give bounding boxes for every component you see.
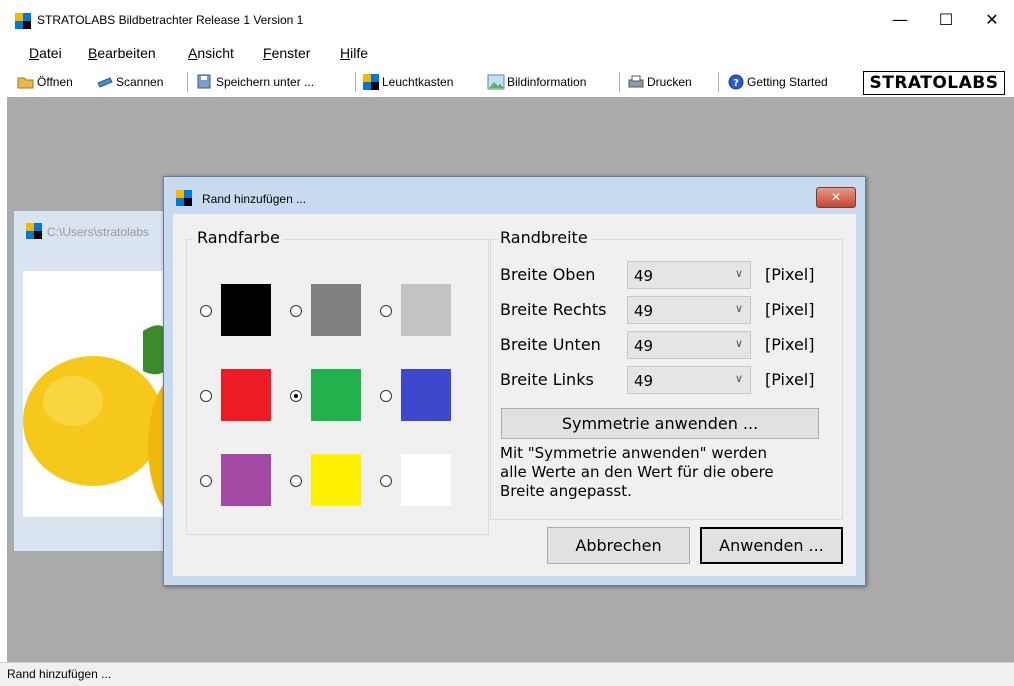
dialog-close-button[interactable]: ✕ [816,187,856,208]
symmetry-button[interactable]: Symmetrie anwenden ... [501,408,819,439]
getting-started-label: Getting Started [747,75,828,89]
color-radio[interactable] [380,475,392,487]
color-swatch[interactable] [221,284,271,336]
menu-bar: Datei Bearbeiten Ansicht Fenster Hilfe [0,42,1014,64]
color-swatch[interactable] [401,284,451,336]
status-bar: Rand hinzufügen ... [0,662,1014,686]
menu-fenster[interactable]: Fenster [263,45,310,61]
open-label: Öffnen [37,75,73,89]
child-window-title: C:\Users\stratolabs [47,225,150,239]
image-icon [487,74,505,90]
print-label: Drucken [647,75,692,89]
image-info-label: Bildinformation [507,75,587,89]
label-width-left: Breite Links [500,370,594,389]
image-info-button[interactable]: Bildinformation [487,73,586,91]
width-top-value: 49 [634,267,654,285]
color-radio[interactable] [380,390,392,402]
label-width-bottom: Breite Unten [500,335,601,354]
width-right-value: 49 [634,302,654,320]
toolbar-separator [187,72,188,92]
chevron-down-icon: ∨ [734,267,743,280]
color-radio[interactable] [200,475,212,487]
help-text-line: Mit "Symmetrie anwenden" werden [500,444,768,462]
folder-open-icon [17,77,34,89]
toolbar-separator [355,72,356,92]
color-radio[interactable] [200,390,212,402]
unit-bottom: [Pixel] [765,335,815,354]
lightbox-label: Leuchtkasten [382,75,454,89]
app-icon [15,13,31,29]
border-color-group-label: Randfarbe [194,228,283,247]
unit-top: [Pixel] [765,265,815,284]
window-title: STRATOLABS Bildbetrachter Release 1 Vers… [37,13,304,27]
help-icon: ? [728,74,744,90]
add-border-dialog: Rand hinzufügen ... ✕ Randfarbe Randbrei… [163,176,866,586]
print-button[interactable]: Drucken [627,73,692,91]
app-icon [176,190,192,206]
getting-started-button[interactable]: ? Getting Started [727,73,828,91]
menu-hilfe[interactable]: Hilfe [340,45,368,61]
label-width-top: Breite Oben [500,265,596,284]
open-button[interactable]: Öffnen [17,73,73,91]
width-left-combo[interactable]: 49 ∨ [627,366,751,394]
save-as-label: Speichern unter ... [216,75,315,89]
lemon-image [23,271,183,517]
maximize-button[interactable]: ☐ [923,6,969,34]
dialog-body: Randfarbe Randbreite Breite Oben 49 ∨ [P… [173,214,856,576]
mdi-left-border [0,97,7,662]
menu-bearbeiten[interactable]: Bearbeiten [88,45,156,61]
chevron-down-icon: ∨ [734,372,743,385]
color-swatch[interactable] [311,284,361,336]
label-width-right: Breite Rechts [500,300,607,319]
scan-label: Scannen [116,75,164,89]
toolbar-separator [718,72,719,92]
menu-ansicht[interactable]: Ansicht [188,45,234,61]
brand-logo: STRATOLABS [863,71,1005,95]
color-swatch[interactable] [221,454,271,506]
menu-datei[interactable]: Datei [29,45,62,61]
color-radio[interactable] [290,475,302,487]
help-text-line: alle Werte an den Wert für die obere [500,463,774,481]
border-width-group-label: Randbreite [497,228,591,247]
scanner-icon [97,77,113,88]
apply-button[interactable]: Anwenden ... [700,527,843,564]
color-swatch[interactable] [221,369,271,421]
width-top-combo[interactable]: 49 ∨ [627,261,751,289]
save-icon [197,74,211,89]
unit-left: [Pixel] [765,370,815,389]
color-swatch[interactable] [311,454,361,506]
lightbox-icon [363,74,379,90]
color-swatch[interactable] [311,369,361,421]
save-as-button[interactable]: Speichern unter ... [196,73,314,91]
toolbar: Öffnen Scannen Speichern unter ... Leuch… [0,67,1014,97]
color-radio[interactable] [380,305,392,317]
chevron-down-icon: ∨ [734,337,743,350]
unit-right: [Pixel] [765,300,815,319]
help-text-line: Breite angepasst. [500,482,632,500]
color-radio[interactable] [200,305,212,317]
dialog-title: Rand hinzufügen ... [202,192,307,206]
status-text: Rand hinzufügen ... [7,667,112,681]
width-right-combo[interactable]: 49 ∨ [627,296,751,324]
minimize-button[interactable]: — [877,6,923,34]
color-swatch[interactable] [401,454,451,506]
color-radio[interactable] [290,305,302,317]
toolbar-separator [619,72,620,92]
chevron-down-icon: ∨ [734,302,743,315]
close-button[interactable]: ✕ [969,6,1014,34]
help-text: Mit "Symmetrie anwenden" werden alle Wer… [500,444,845,501]
lightbox-button[interactable]: Leuchtkasten [362,73,453,91]
color-radio[interactable] [290,390,302,402]
cancel-button[interactable]: Abbrechen [547,527,690,564]
title-bar: STRATOLABS Bildbetrachter Release 1 Vers… [0,0,1014,42]
color-swatch[interactable] [401,369,451,421]
width-left-value: 49 [634,372,654,390]
width-bottom-value: 49 [634,337,654,355]
svg-text:?: ? [733,78,739,89]
scan-button[interactable]: Scannen [96,73,163,91]
app-icon [26,223,42,239]
width-bottom-combo[interactable]: 49 ∨ [627,331,751,359]
printer-icon [628,75,644,88]
